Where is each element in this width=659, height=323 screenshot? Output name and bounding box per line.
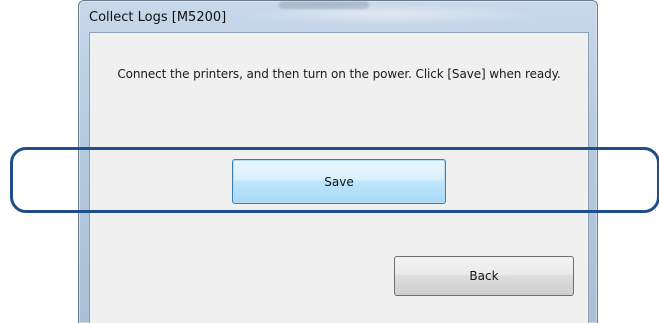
save-button[interactable]: Save [232,159,446,204]
collect-logs-dialog: Collect Logs [M5200] Connect the printer… [78,0,598,323]
back-button[interactable]: Back [394,256,574,296]
background-window-title-ghost [279,1,369,9]
window-title: Collect Logs [M5200] [89,10,227,25]
title-bar[interactable]: Collect Logs [M5200] [79,1,597,31]
instruction-message: Connect the printers, and then turn on t… [117,67,561,81]
title-bar-gloss [229,3,549,25]
dialog-client-area: Connect the printers, and then turn on t… [89,32,589,323]
screenshot-stage: Collect Logs [M5200] Connect the printer… [0,0,659,323]
